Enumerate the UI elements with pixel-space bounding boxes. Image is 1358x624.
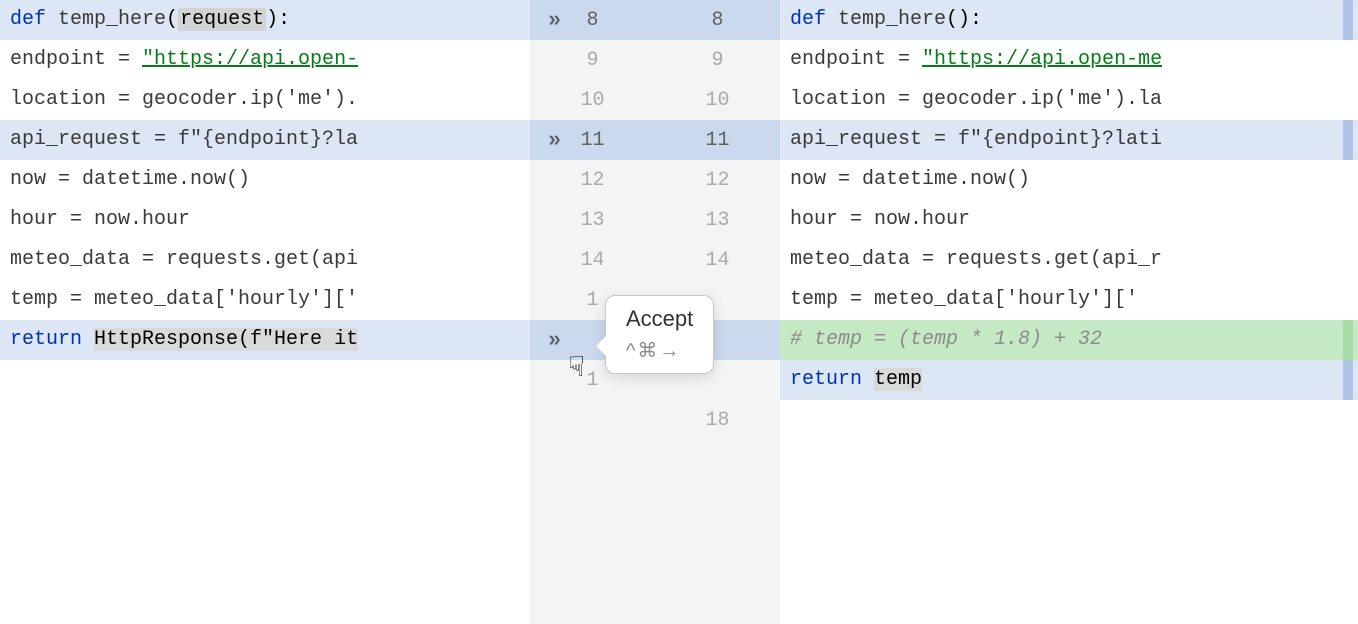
line-number-right: 11 — [655, 129, 780, 152]
gutter-row[interactable]: 10 10 — [530, 80, 780, 120]
line-number-left: 9 — [530, 49, 655, 72]
string-url: "https://api.open- — [142, 48, 358, 71]
gutter-row[interactable]: 13 13 — [530, 200, 780, 240]
keyword-def: def — [10, 8, 58, 31]
code-text: now = datetime.now() — [10, 168, 250, 191]
scroll-marker[interactable] — [1343, 320, 1353, 360]
function-name: temp_here — [58, 8, 166, 31]
code-line: endpoint = "https://api.open-me — [780, 40, 1358, 80]
scroll-marker[interactable] — [1343, 120, 1353, 160]
line-number-right: 18 — [655, 409, 780, 432]
code-line: def temp_here(): — [780, 0, 1358, 40]
paren: ( — [166, 8, 178, 31]
paren: (): — [946, 8, 982, 31]
accept-chevron-icon[interactable]: » — [548, 328, 561, 353]
code-text: now = datetime.now() — [790, 168, 1030, 191]
tooltip-shortcut: ^⌘→ — [626, 338, 693, 363]
gutter-row[interactable]: 12 12 — [530, 160, 780, 200]
tooltip-title: Accept — [626, 306, 693, 332]
code-text: hour = now.hour — [10, 208, 190, 231]
line-number-left: 14 — [530, 249, 655, 272]
accept-chevron-icon[interactable]: » — [548, 8, 561, 33]
code-line: location = geocoder.ip('me'). — [0, 80, 530, 120]
code-text: endpoint = — [790, 48, 922, 71]
word-highlight: temp — [874, 368, 922, 391]
code-text: meteo_data = requests.get(api — [10, 248, 358, 271]
accept-chevron-icon[interactable]: » — [548, 128, 561, 153]
code-line: def temp_here(request): — [0, 0, 530, 40]
comment: # temp = (temp * 1.8) + 32 — [790, 328, 1102, 351]
code-text: meteo_data = requests.get(api_r — [790, 248, 1162, 271]
function-name: temp_here — [838, 8, 946, 31]
right-diff-pane[interactable]: def temp_here(): endpoint = "https://api… — [780, 0, 1358, 624]
code-line: api_request = f"{endpoint}?la — [0, 120, 530, 160]
code-line: hour = now.hour — [780, 200, 1358, 240]
gutter-row[interactable]: 9 9 — [530, 40, 780, 80]
keyword-return: return — [790, 368, 874, 391]
line-number-left: 13 — [530, 209, 655, 232]
gutter-row[interactable]: » 11 11 — [530, 120, 780, 160]
line-number-right: 13 — [655, 209, 780, 232]
code-text: api_request = f"{endpoint}?lati — [790, 128, 1162, 151]
code-line: meteo_data = requests.get(api — [0, 240, 530, 280]
code-line: endpoint = "https://api.open- — [0, 40, 530, 80]
paren: ): — [266, 8, 290, 31]
code-line-added: # temp = (temp * 1.8) + 32 — [780, 320, 1358, 360]
accept-tooltip: Accept ^⌘→ — [605, 295, 714, 374]
code-line: now = datetime.now() — [780, 160, 1358, 200]
word-highlight: HttpResponse — [94, 328, 238, 351]
line-number-right: 10 — [655, 89, 780, 112]
keyword-return: return — [10, 328, 94, 351]
keyword-def: def — [790, 8, 838, 31]
code-line: temp = meteo_data['hourly'][' — [780, 280, 1358, 320]
gutter-row[interactable]: » 8 8 — [530, 0, 780, 40]
code-text: temp = meteo_data['hourly'][' — [10, 288, 358, 311]
line-number-left: 10 — [530, 89, 655, 112]
code-text: location = geocoder.ip('me').la — [790, 88, 1162, 111]
code-text: temp = meteo_data['hourly'][' — [790, 288, 1138, 311]
left-diff-pane[interactable]: def temp_here(request): endpoint = "http… — [0, 0, 530, 624]
code-line: return temp — [780, 360, 1358, 400]
scrollbar[interactable] — [1340, 0, 1356, 624]
code-line: return HttpResponse(f"Here it — [0, 320, 530, 360]
tooltip-pointer-icon — [596, 336, 606, 356]
line-number-right: 8 — [655, 9, 780, 32]
code-line: location = geocoder.ip('me').la — [780, 80, 1358, 120]
code-line: hour = now.hour — [0, 200, 530, 240]
gutter-row[interactable]: 14 14 — [530, 240, 780, 280]
param-highlight: request — [178, 8, 266, 31]
line-number-right: 9 — [655, 49, 780, 72]
string-url: "https://api.open-me — [922, 48, 1162, 71]
line-number-right: 12 — [655, 169, 780, 192]
code-text: hour = now.hour — [790, 208, 970, 231]
gutter-row[interactable]: 18 — [530, 400, 780, 440]
word-highlight: (f"Here it — [238, 328, 358, 351]
scroll-marker[interactable] — [1343, 360, 1353, 400]
code-line: now = datetime.now() — [0, 160, 530, 200]
code-text: endpoint = — [10, 48, 142, 71]
code-text: location = geocoder.ip('me'). — [10, 88, 358, 111]
code-text: api_request = f"{endpoint}?la — [10, 128, 358, 151]
scroll-marker[interactable] — [1343, 0, 1353, 40]
code-line: temp = meteo_data['hourly'][' — [0, 280, 530, 320]
line-number-left: 12 — [530, 169, 655, 192]
code-line: meteo_data = requests.get(api_r — [780, 240, 1358, 280]
line-number-right: 14 — [655, 249, 780, 272]
code-line: api_request = f"{endpoint}?lati — [780, 120, 1358, 160]
